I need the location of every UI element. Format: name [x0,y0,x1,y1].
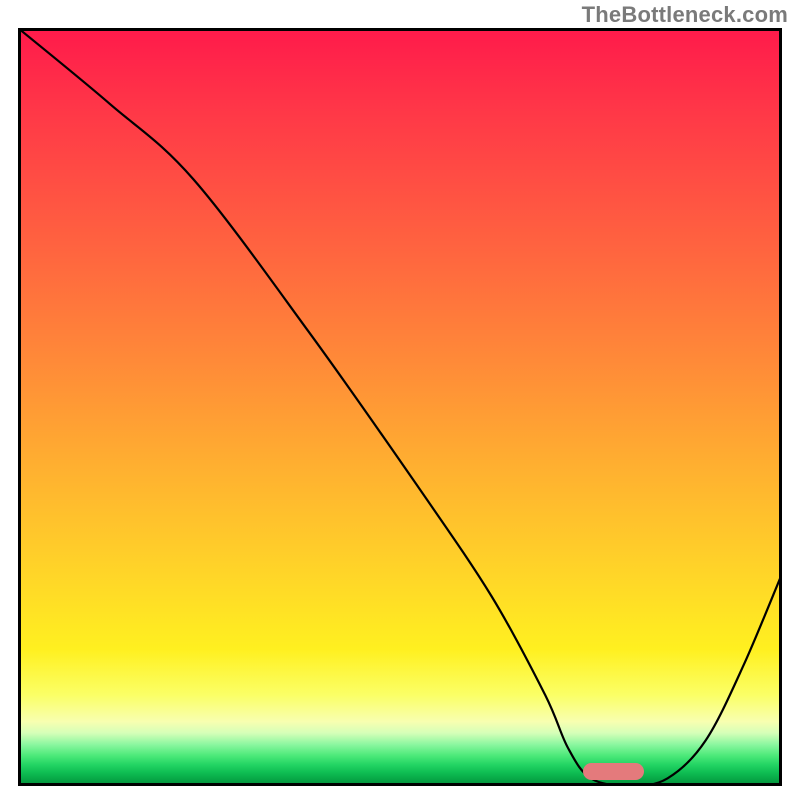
series-line [18,28,782,786]
optimal-range-marker [583,763,644,780]
bottleneck-curve-path [18,28,782,786]
plot-area [18,28,782,786]
chart-root: TheBottleneck.com [0,0,800,800]
watermark-text: TheBottleneck.com [582,2,788,28]
